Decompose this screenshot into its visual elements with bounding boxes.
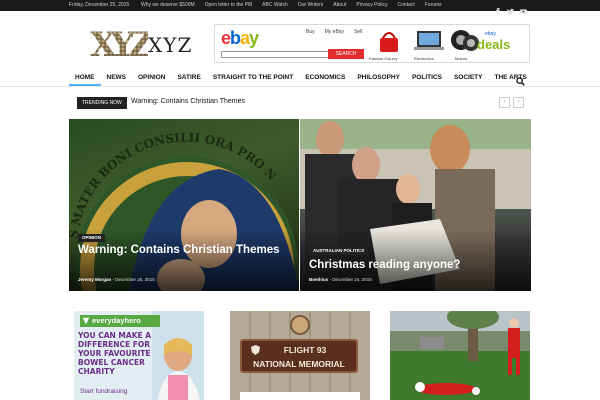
top-link-privacy[interactable]: Privacy Policy	[356, 2, 387, 8]
start-fundraising-link[interactable]: Start fundraising	[80, 388, 127, 395]
logo-text: XYZ	[148, 33, 193, 57]
nav-item-home[interactable]: HOME	[69, 69, 101, 86]
product-label-motors: Motors	[455, 56, 468, 61]
everydayhero-logo: everydayhero	[80, 315, 160, 327]
sign-line-1: FLIGHT 93	[283, 345, 327, 355]
featured-article-1[interactable]: S MATER BONI CONSILII ORA PRO NOBIS OPIN…	[69, 119, 299, 291]
product-label-fashion: Fashion Gal-ery	[369, 56, 398, 61]
nav-item-society[interactable]: SOCIETY	[448, 69, 489, 86]
everydayhero-ad[interactable]: everydayhero YOU CAN MAKE A DIFFERENCE F…	[74, 311, 204, 400]
facebook-icon[interactable]	[494, 2, 501, 15]
ebay-deals-badge[interactable]: ebay deals	[477, 29, 519, 59]
ad-tab-buy[interactable]: Buy	[306, 29, 315, 35]
nav-item-the-arts[interactable]: THE ARTS	[488, 69, 532, 86]
hero-cape-icon	[82, 317, 90, 325]
top-link-deserve[interactable]: Why we deserve $500M	[141, 2, 195, 8]
laptop-product-image[interactable]	[411, 28, 447, 53]
ebay-logo: ebay	[221, 28, 259, 48]
article-date: December 24, 2015	[332, 277, 372, 282]
trending-prev-button[interactable]: ‹	[499, 97, 510, 108]
handbag-product-image[interactable]	[371, 28, 407, 53]
top-link-our-writers[interactable]: Our Writers	[298, 2, 323, 8]
nav-item-philosophy[interactable]: PHILOSOPHY	[351, 69, 406, 86]
youtube-icon[interactable]	[520, 2, 527, 14]
category-badge[interactable]: OPINION	[78, 234, 106, 242]
product-label-electronics: Electronics	[414, 56, 434, 61]
logo-mark-icon: XYZ	[90, 25, 159, 65]
memorial-sign: FLIGHT 93 NATIONAL MEMORIAL	[240, 339, 358, 373]
article-date: December 25, 2015	[115, 277, 155, 282]
article-title[interactable]: Christmas reading anyone?	[309, 258, 519, 273]
nav-item-opinion[interactable]: OPINION	[132, 69, 171, 86]
top-link-open-letter[interactable]: Open letter to the PM	[205, 2, 253, 8]
top-link-abc-watch[interactable]: ABC Watch	[262, 2, 288, 8]
deals-label: deals	[477, 37, 511, 52]
ad-tab-sell[interactable]: Sell	[354, 29, 362, 35]
trending-headline[interactable]: Warning: Contains Christian Themes	[131, 98, 245, 105]
nav-item-politics[interactable]: POLITICS	[406, 69, 448, 86]
twitter-icon[interactable]	[507, 2, 514, 15]
flight-93-article-card[interactable]: FLIGHT 93 NATIONAL MEMORIAL	[230, 311, 370, 400]
ad-search-button[interactable]: SEARCH	[328, 49, 364, 59]
trending-badge: TRENDING NOW	[77, 97, 127, 109]
ebay-advertisement[interactable]: ebay Buy My eBay Sell SEARCH Fashion Gal…	[214, 24, 530, 63]
category-badge[interactable]: AUSTRALIAN POLITICS	[309, 247, 369, 255]
madonna-painting-image: S MATER BONI CONSILII ORA PRO NOBIS	[69, 119, 299, 291]
ad-tab-my-ebay[interactable]: My eBay	[325, 29, 344, 35]
article-title[interactable]: Warning: Contains Christian Themes	[78, 243, 288, 258]
nav-item-economics[interactable]: ECONOMICS	[299, 69, 351, 86]
current-date: Friday, December 25, 2015	[69, 2, 130, 8]
nav-divider	[0, 86, 600, 87]
search-icon[interactable]	[516, 73, 525, 86]
top-link-contact[interactable]: Contact	[398, 2, 415, 8]
article-author[interactable]: Jeremy Morgan	[78, 277, 111, 282]
trending-next-button[interactable]: ›	[513, 97, 524, 108]
social-links	[494, 2, 527, 15]
nav-item-news[interactable]: NEWS	[101, 69, 133, 86]
trending-controls: ‹ ›	[499, 97, 524, 108]
ad-tabs: Buy My eBay Sell	[306, 29, 362, 35]
santa-photo-image	[390, 311, 530, 400]
article-meta: Boethius - December 24, 2015	[309, 277, 372, 282]
nav-item-straight-to-the-point[interactable]: STRAIGHT TO THE POINT	[207, 69, 299, 86]
santa-photo-card[interactable]	[390, 311, 530, 400]
ad-slogan: YOU CAN MAKE A DIFFERENCE FOR YOUR FAVOU…	[78, 331, 152, 376]
nav-item-satire[interactable]: SATIRE	[171, 69, 206, 86]
top-link-about[interactable]: About	[333, 2, 346, 8]
sign-line-2: NATIONAL MEMORIAL	[253, 359, 345, 369]
featured-article-2[interactable]: AUSTRALIAN POLITICS Christmas reading an…	[300, 119, 531, 291]
top-bar: Friday, December 25, 2015 Why we deserve…	[0, 0, 600, 15]
main-navigation: HOME NEWS OPINION SATIRE STRAIGHT TO THE…	[69, 69, 531, 86]
article-meta: Jeremy Morgan - December 25, 2015	[78, 277, 155, 282]
article-author[interactable]: Boethius	[309, 277, 328, 282]
top-links: Why we deserve $500M Open letter to the …	[141, 2, 442, 8]
ad-search-input[interactable]	[221, 51, 341, 58]
top-link-forums[interactable]: Forums	[425, 2, 442, 8]
card-caption	[240, 392, 360, 400]
svg-text:XYZ: XYZ	[90, 28, 148, 60]
